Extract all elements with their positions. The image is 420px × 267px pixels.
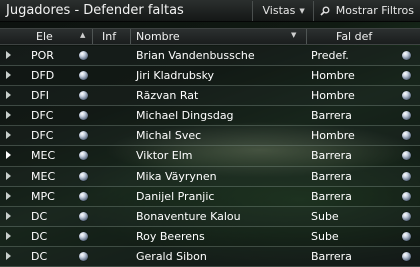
orb-menu-icon[interactable] (402, 231, 411, 241)
play-arrow-icon[interactable] (6, 211, 11, 220)
player-position: POR (31, 49, 54, 62)
orb-menu-icon[interactable] (79, 211, 88, 221)
play-arrow-icon[interactable] (6, 91, 11, 100)
play-arrow-icon[interactable] (6, 71, 11, 80)
orb-menu-icon[interactable] (402, 111, 411, 121)
orb-menu-icon[interactable] (79, 131, 88, 141)
player-name[interactable]: Gerald Sibon (136, 250, 207, 263)
views-button[interactable]: Vistas ▼ (253, 0, 313, 22)
orb-menu-icon[interactable] (79, 191, 88, 201)
orb-menu-icon[interactable] (402, 151, 411, 161)
orb-menu-icon[interactable] (79, 171, 88, 181)
show-filters-label: Mostrar Filtros (335, 4, 414, 17)
player-position: DC (31, 209, 48, 223)
column-header-name[interactable]: Nombre (136, 30, 180, 43)
player-name[interactable]: Bonaventure Kalou (136, 210, 241, 223)
orb-menu-icon[interactable] (402, 51, 411, 60)
player-position: DC (31, 249, 48, 263)
play-arrow-icon[interactable] (6, 111, 11, 120)
table-row[interactable]: DC Roy Beerens Sube (0, 226, 420, 247)
player-name[interactable]: Viktor Elm (136, 149, 193, 162)
orb-menu-icon[interactable] (79, 151, 88, 161)
free-kick-defence-value: Sube (311, 209, 339, 223)
search-icon (320, 6, 330, 16)
player-position: MPC (31, 189, 55, 203)
table-row[interactable]: DC Gerald Sibon Barrera (0, 246, 420, 267)
players-panel: Jugadores - Defender faltas Vistas ▼ Mos… (0, 0, 420, 267)
table-row[interactable]: DFC Michael Dingsdag Barrera (0, 106, 420, 127)
player-position: DFC (31, 109, 54, 123)
free-kick-defence-value: Barrera (311, 169, 352, 183)
player-name[interactable]: Roy Beerens (136, 230, 205, 243)
column-divider (92, 29, 93, 44)
orb-menu-icon[interactable] (402, 251, 411, 261)
player-name[interactable]: Jiri Kladrubsky (136, 69, 214, 82)
play-arrow-icon[interactable] (6, 191, 11, 200)
column-header-free-kick-defence[interactable]: Fal def (336, 30, 372, 43)
title-bar: Jugadores - Defender faltas Vistas ▼ Mos… (0, 0, 420, 22)
orb-menu-icon[interactable] (402, 71, 411, 81)
orb-menu-icon[interactable] (402, 211, 411, 221)
orb-menu-icon[interactable] (402, 131, 411, 141)
player-position: DFC (31, 129, 54, 143)
free-kick-defence-value: Sube (311, 229, 339, 243)
table-row[interactable]: MEC Mika Väyrynen Barrera (0, 166, 420, 187)
orb-menu-icon[interactable] (79, 91, 88, 101)
table-row[interactable]: MPC Danijel Pranjic Barrera (0, 186, 420, 207)
free-kick-defence-value: Barrera (311, 149, 352, 163)
play-arrow-icon[interactable] (6, 251, 11, 260)
play-arrow-icon[interactable] (6, 51, 11, 59)
play-arrow-icon[interactable] (6, 171, 11, 180)
player-position: MEC (31, 169, 56, 183)
player-position: DC (31, 229, 48, 243)
player-position: DFD (31, 69, 55, 83)
free-kick-defence-value: Hombre (311, 129, 355, 143)
player-name[interactable]: Răzvan Rat (136, 89, 198, 102)
free-kick-defence-value: Barrera (311, 189, 352, 203)
orb-menu-icon[interactable] (79, 71, 88, 81)
table-header: Ele ▲ Inf Nombre ▼ Fal def (0, 28, 420, 45)
table-row[interactable]: DFD Jiri Kladrubsky Hombre (0, 66, 420, 87)
chevron-down-icon: ▼ (299, 6, 305, 15)
player-name[interactable]: Mika Väyrynen (136, 170, 217, 183)
table-row[interactable]: MEC Viktor Elm Barrera (0, 146, 420, 167)
table-row[interactable]: DFI Răzvan Rat Hombre (0, 86, 420, 107)
free-kick-defence-value: Hombre (311, 69, 355, 83)
column-divider (130, 29, 131, 44)
table-row[interactable]: POR Brian Vandenbussche Predef. (0, 46, 420, 67)
table-row[interactable]: DFC Michal Svec Hombre (0, 126, 420, 147)
player-name[interactable]: Michael Dingsdag (136, 109, 234, 122)
players-table-body: POR Brian Vandenbussche Predef. DFD Jiri… (0, 46, 420, 267)
orb-menu-icon[interactable] (402, 91, 411, 101)
views-label: Vistas (262, 4, 296, 17)
sort-caret-icon: ▲ (80, 31, 86, 39)
player-position: MEC (31, 149, 56, 163)
player-name[interactable]: Brian Vandenbussche (136, 49, 255, 62)
column-header-position[interactable]: Ele (36, 30, 53, 43)
free-kick-defence-value: Predef. (311, 49, 349, 62)
table-row[interactable]: DC Bonaventure Kalou Sube (0, 206, 420, 227)
play-arrow-icon[interactable] (6, 231, 11, 240)
play-arrow-icon[interactable] (6, 131, 11, 140)
orb-menu-icon[interactable] (79, 251, 88, 261)
player-name[interactable]: Michal Svec (136, 129, 201, 142)
player-name[interactable]: Danijel Pranjic (136, 190, 214, 203)
orb-menu-icon[interactable] (402, 171, 411, 181)
column-divider (306, 29, 307, 44)
page-title: Jugadores - Defender faltas (6, 3, 184, 18)
free-kick-defence-value: Barrera (311, 109, 352, 123)
orb-menu-icon[interactable] (402, 191, 411, 201)
free-kick-defence-value: Hombre (311, 89, 355, 103)
orb-menu-icon[interactable] (79, 51, 88, 60)
sort-caret-icon: ▼ (291, 31, 297, 39)
orb-menu-icon[interactable] (79, 111, 88, 121)
orb-menu-icon[interactable] (79, 231, 88, 241)
player-position: DFI (31, 89, 50, 103)
play-arrow-icon[interactable] (6, 151, 11, 160)
show-filters-button[interactable]: Mostrar Filtros (314, 0, 420, 22)
column-header-info[interactable]: Inf (102, 30, 116, 43)
free-kick-defence-value: Barrera (311, 249, 352, 263)
